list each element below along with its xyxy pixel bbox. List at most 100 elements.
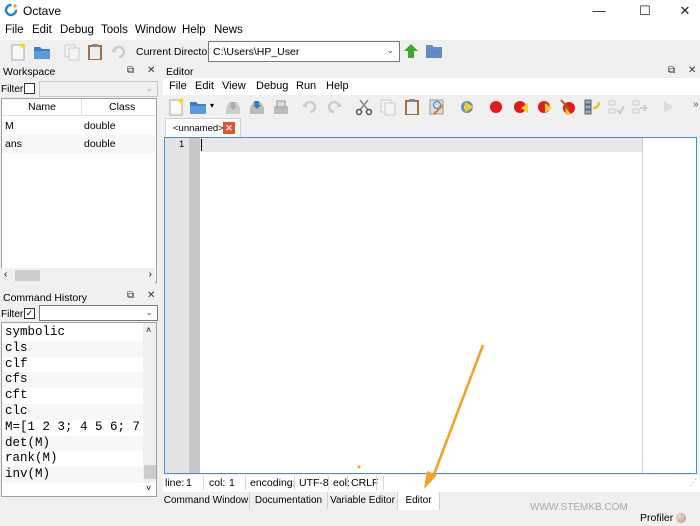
menu-edit[interactable]: Edit (32, 24, 52, 36)
editor-menu-debug[interactable]: Debug (256, 80, 288, 92)
line-value: 1 (186, 477, 192, 489)
editor-menu-run[interactable]: Run (296, 80, 316, 92)
editor-tab-unnamed[interactable]: <unnamed> ✕ (165, 118, 241, 137)
undock-icon[interactable]: ⧉ (127, 290, 134, 301)
scroll-down-icon[interactable]: ˅ (146, 483, 151, 493)
step-out-icon[interactable] (631, 98, 649, 116)
list-item[interactable]: cls (2, 340, 143, 357)
paste-icon[interactable] (403, 98, 421, 116)
print-icon[interactable] (272, 98, 290, 116)
workspace-table-header: Name Class (2, 99, 156, 116)
scrollbar-thumb[interactable] (144, 465, 156, 479)
list-item[interactable]: cfs (2, 372, 143, 389)
line-label: line: (165, 477, 185, 489)
close-button[interactable]: ✕ (670, 2, 700, 20)
history-filter-checkbox[interactable]: ✓ (24, 308, 35, 319)
close-panel-icon[interactable]: ✕ (147, 65, 155, 76)
editor-menu-view[interactable]: View (222, 80, 246, 92)
tab-documentation[interactable]: Documentation (250, 492, 328, 509)
window-title: Octave (23, 4, 62, 18)
col-label: col: (209, 477, 226, 489)
line-number-gutter (165, 138, 189, 473)
open-folder-icon[interactable] (33, 43, 51, 61)
resize-grip-icon[interactable]: ⋰ (689, 478, 697, 487)
menu-news[interactable]: News (214, 24, 243, 36)
tab-editor[interactable]: Editor (398, 492, 440, 510)
encoding-value: UTF-8 (299, 477, 329, 489)
menu-tools[interactable]: Tools (101, 24, 128, 36)
current-directory-value: C:\Users\HP_User (213, 46, 300, 58)
edge-column-marker (642, 138, 643, 473)
tab-command-window[interactable]: Command Window (163, 492, 250, 509)
workspace-filter-checkbox[interactable] (24, 83, 35, 94)
save-icon[interactable] (224, 98, 242, 116)
list-item[interactable]: symbolic (2, 325, 143, 341)
list-item[interactable]: rank(M) (2, 451, 143, 467)
code-editor[interactable]: 1 (164, 137, 697, 474)
undock-icon[interactable]: ⧉ (127, 65, 134, 76)
history-filter-input[interactable]: ⌄ (39, 305, 158, 321)
workspace-hscrollbar[interactable]: ‹ › (1, 268, 155, 283)
list-item[interactable]: det(M) (2, 435, 143, 452)
toolbar-overflow-icon[interactable]: » (693, 99, 699, 110)
scrollbar-thumb[interactable] (15, 270, 40, 281)
list-item[interactable]: clc (2, 404, 143, 420)
step-in-icon[interactable] (583, 98, 601, 116)
list-item[interactable]: inv(M) (2, 467, 143, 483)
previous-breakpoint-icon[interactable] (512, 98, 530, 116)
chevron-down-icon[interactable]: ⌄ (386, 45, 394, 56)
find-replace-icon[interactable] (428, 98, 446, 116)
editor-menu-file[interactable]: File (169, 80, 187, 92)
variable-class: double (84, 120, 116, 132)
undo-icon[interactable] (110, 43, 128, 61)
main-menubar: File Edit Debug Tools Window Help News (0, 22, 700, 40)
folder-icon[interactable] (425, 42, 443, 60)
profiler-status-icon[interactable] (676, 513, 686, 523)
paste-icon[interactable] (86, 43, 104, 61)
new-script-icon[interactable] (9, 43, 27, 61)
menu-file[interactable]: File (5, 24, 24, 36)
up-arrow-icon[interactable] (402, 42, 420, 60)
close-panel-icon[interactable]: ✕ (147, 290, 155, 301)
tab-variable-editor[interactable]: Variable Editor (328, 492, 398, 509)
list-item[interactable]: M=[1 2 3; 4 5 6; 7 (2, 420, 143, 436)
menu-help[interactable]: Help (182, 24, 206, 36)
open-file-icon[interactable] (189, 98, 207, 116)
toggle-breakpoint-icon[interactable] (487, 98, 505, 116)
variable-class: double (84, 138, 116, 150)
list-item[interactable]: cft (2, 388, 143, 404)
undock-icon[interactable]: ⧉ (668, 65, 675, 76)
editor-menubar: File Edit View Debug Run Help (163, 78, 700, 95)
save-as-icon[interactable] (248, 98, 266, 116)
new-file-icon[interactable] (167, 98, 185, 116)
column-header-name[interactable]: Name (28, 101, 56, 113)
close-panel-icon[interactable]: ✕ (688, 65, 696, 76)
open-dropdown-icon[interactable]: ▾ (210, 101, 214, 110)
step-over-icon[interactable] (607, 98, 625, 116)
minimize-button[interactable]: — (584, 2, 614, 20)
tab-close-icon[interactable]: ✕ (223, 122, 235, 134)
maximize-button[interactable]: ☐ (630, 2, 660, 20)
fold-margin[interactable] (189, 138, 200, 473)
copy-icon[interactable] (379, 98, 397, 116)
menu-debug[interactable]: Debug (60, 24, 94, 36)
save-and-run-icon[interactable] (458, 98, 476, 116)
editor-menu-edit[interactable]: Edit (195, 80, 214, 92)
column-header-class[interactable]: Class (109, 101, 135, 113)
next-breakpoint-icon[interactable] (536, 98, 554, 116)
table-row[interactable]: ans double (2, 135, 156, 153)
cut-icon[interactable] (355, 98, 373, 116)
continue-icon[interactable] (659, 98, 677, 116)
table-row[interactable]: M double (2, 117, 156, 135)
history-vscrollbar[interactable]: ˄ (143, 323, 156, 483)
clear-breakpoints-icon[interactable] (559, 98, 577, 116)
copy-icon[interactable] (63, 43, 81, 61)
redo-icon[interactable] (325, 98, 343, 116)
workspace-filter-input[interactable]: ⌄ (39, 81, 158, 97)
menu-window[interactable]: Window (135, 24, 176, 36)
editor-menu-help[interactable]: Help (326, 80, 349, 92)
undo-icon[interactable] (301, 98, 319, 116)
current-directory-input[interactable]: C:\Users\HP_User ⌄ (208, 41, 400, 62)
list-item[interactable]: clf (2, 357, 143, 373)
workspace-title: Workspace (3, 66, 56, 78)
